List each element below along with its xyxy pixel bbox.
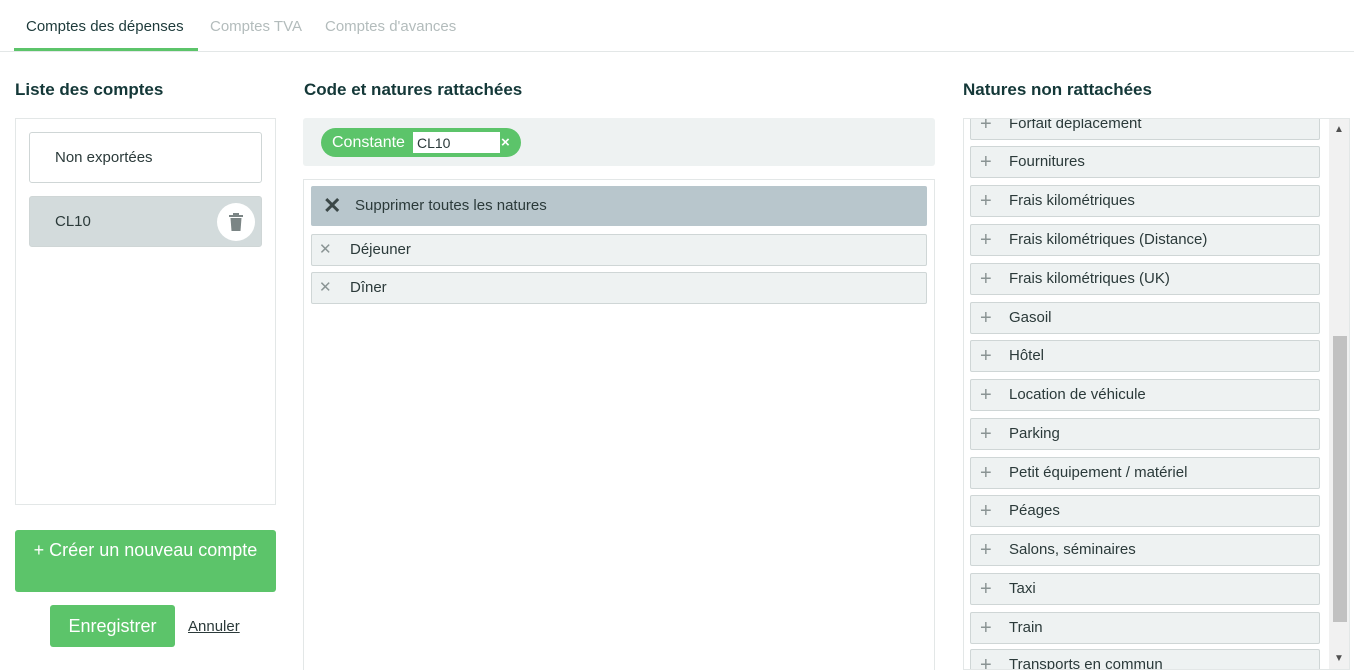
list-item[interactable]: + Transports en commun — [970, 649, 1320, 670]
nature-label: Salons, séminaires — [1009, 541, 1136, 558]
chevron-up-icon[interactable]: ▲ — [1334, 124, 1344, 135]
list-item[interactable]: + Train — [970, 612, 1320, 644]
plus-icon: + — [980, 539, 992, 561]
nature-label: Forfait déplacement — [1009, 118, 1142, 132]
cancel-link[interactable]: Annuler — [188, 618, 240, 635]
nature-label: Parking — [1009, 425, 1060, 442]
plus-icon: + — [980, 500, 992, 522]
account-item-non-exportees[interactable]: Non exportées — [29, 132, 262, 183]
list-item[interactable]: + Taxi — [970, 573, 1320, 605]
plus-icon: + — [980, 307, 992, 329]
tab-comptes-tva[interactable]: Comptes TVA — [210, 0, 302, 52]
nature-label: Frais kilométriques (Distance) — [1009, 231, 1208, 248]
code-pill-label: Constante — [332, 134, 405, 151]
nature-label: Frais kilométriques — [1009, 192, 1135, 209]
plus-icon: + — [980, 578, 992, 600]
account-item-label: CL10 — [55, 213, 91, 230]
tab-comptes-depenses[interactable]: Comptes des dépenses — [14, 0, 198, 51]
list-item[interactable]: + Frais kilométriques (UK) — [970, 263, 1320, 295]
list-item[interactable]: + Gasoil — [970, 302, 1320, 334]
chevron-down-icon[interactable]: ▼ — [1334, 653, 1344, 664]
save-button[interactable]: Enregistrer — [50, 605, 175, 647]
nature-label: Frais kilométriques (UK) — [1009, 270, 1170, 287]
remove-all-natures-button[interactable]: ✕ Supprimer toutes les natures — [311, 186, 927, 226]
plus-icon: + — [980, 229, 992, 251]
scrollbar-thumb[interactable] — [1333, 336, 1347, 622]
list-item[interactable]: + Frais kilométriques (Distance) — [970, 224, 1320, 256]
plus-icon: + — [980, 268, 992, 290]
list-item: ✕ Dîner — [311, 272, 927, 304]
plus-icon: + — [980, 345, 992, 367]
nature-label: Hôtel — [1009, 347, 1045, 364]
plus-icon: + — [980, 617, 992, 639]
nature-label: Fournitures — [1009, 153, 1085, 170]
create-account-button[interactable]: + Créer un nouveau compte — [15, 530, 276, 592]
accounts-list: Non exportées CL10 — [15, 118, 276, 505]
close-icon[interactable]: × — [501, 128, 510, 157]
plus-icon: + — [980, 190, 992, 212]
plus-icon: + — [980, 462, 992, 484]
close-icon[interactable]: ✕ — [319, 273, 332, 303]
unattached-natures-list: + Forfait déplacement + Fournitures + Frais… — [963, 118, 1350, 670]
delete-account-button[interactable] — [217, 203, 255, 241]
tab-comptes-avances[interactable]: Comptes d'avances — [325, 0, 456, 52]
nature-label: Train — [1009, 619, 1043, 636]
nature-label: Transports en commun — [1009, 656, 1163, 670]
plus-icon: + — [980, 384, 992, 406]
list-item[interactable]: + Péages — [970, 495, 1320, 527]
tab-bar: Comptes des dépenses Comptes TVA Comptes… — [0, 0, 1354, 52]
list-item: ✕ Déjeuner — [311, 234, 927, 266]
list-item[interactable]: + Salons, séminaires — [970, 534, 1320, 566]
list-item[interactable]: + Petit équipement / matériel — [970, 457, 1320, 489]
attached-nature-label: Dîner — [350, 279, 387, 296]
account-item-cl10[interactable]: CL10 — [29, 196, 262, 247]
close-icon[interactable]: ✕ — [319, 235, 332, 265]
attached-nature-label: Déjeuner — [350, 241, 411, 258]
list-item[interactable]: + Frais kilométriques — [970, 185, 1320, 217]
nature-label: Péages — [1009, 502, 1060, 519]
list-item[interactable]: + Location de véhicule — [970, 379, 1320, 411]
list-item[interactable]: + Parking — [970, 418, 1320, 450]
plus-icon: + — [980, 151, 992, 173]
list-item[interactable]: + Hôtel — [970, 340, 1320, 372]
nature-label: Location de véhicule — [1009, 386, 1146, 403]
code-title: Code et natures rattachées — [304, 80, 523, 99]
unattached-title: Natures non rattachées — [963, 80, 1152, 99]
trash-icon — [229, 213, 243, 231]
code-box: Constante × — [303, 118, 935, 166]
code-input[interactable] — [413, 132, 500, 153]
plus-icon: + — [980, 654, 992, 670]
list-item[interactable]: + Forfait déplacement — [970, 118, 1320, 140]
accounts-title: Liste des comptes — [15, 80, 164, 99]
nature-label: Taxi — [1009, 580, 1036, 597]
nature-label: Petit équipement / matériel — [1009, 464, 1188, 481]
attached-natures-list: ✕ Supprimer toutes les natures ✕ Déjeune… — [303, 179, 935, 670]
plus-icon: + — [980, 118, 992, 135]
remove-all-label: Supprimer toutes les natures — [355, 197, 547, 214]
scrollbar[interactable]: ▲ ▼ — [1329, 119, 1349, 669]
close-icon: ✕ — [323, 193, 342, 218]
nature-label: Gasoil — [1009, 309, 1052, 326]
plus-icon: + — [980, 423, 992, 445]
list-item[interactable]: + Fournitures — [970, 146, 1320, 178]
code-pill: Constante × — [321, 128, 521, 157]
